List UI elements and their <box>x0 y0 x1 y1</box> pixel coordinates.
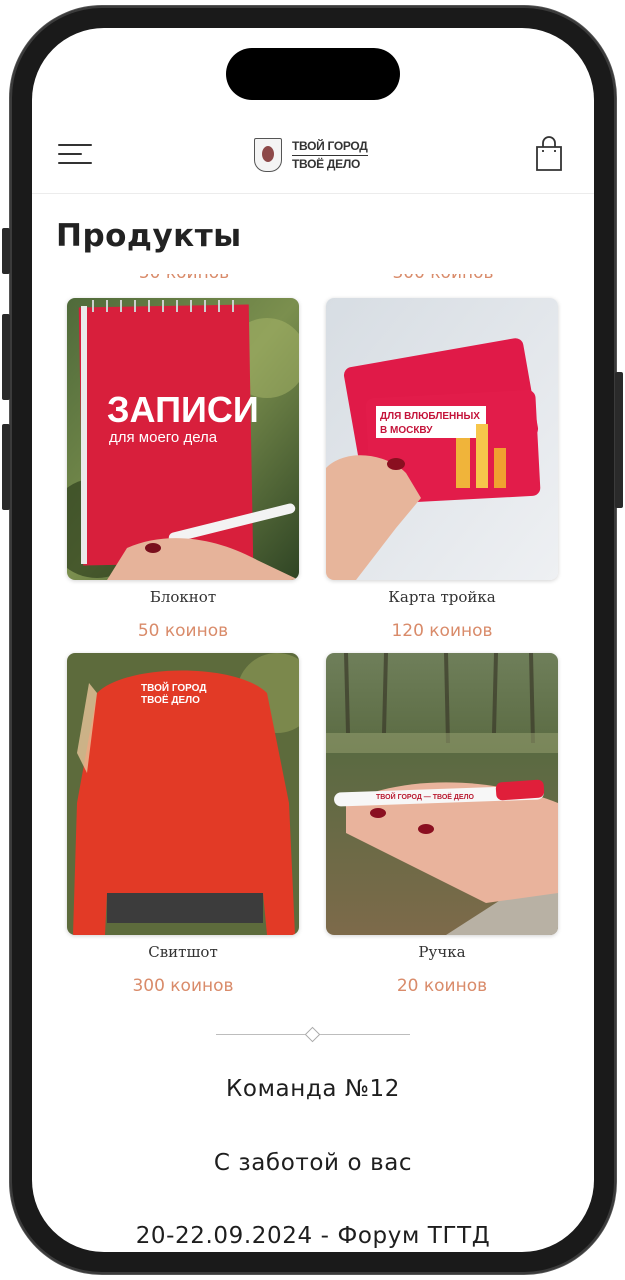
footer-team: Команда №12 <box>226 1076 400 1102</box>
diamond-ornament-icon <box>304 1026 321 1043</box>
app-screen: ТВОЙ ГОРОД ТВОЁ ДЕЛО Продукты 50 коинов … <box>32 28 594 1252</box>
product-price: 50 коинов <box>137 621 229 641</box>
shopping-bag-icon[interactable] <box>535 136 563 172</box>
product-price: 20 коинов <box>396 976 488 996</box>
page-title: Продукты <box>56 218 242 254</box>
volume-down-button <box>2 424 10 510</box>
clipped-price-left: 50 коинов <box>138 263 230 283</box>
product-card-pen[interactable]: ТВОЙ ГОРОД — ТВОЁ ДЕЛО Ручка 20 коинов <box>326 653 558 997</box>
app-header: ТВОЙ ГОРОД ТВОЁ ДЕЛО <box>32 126 594 194</box>
product-card-notebook[interactable]: ЗАПИСИ для моего дела Блокнот 50 коинов <box>67 298 299 642</box>
troika-card-line1: ДЛЯ ВЛЮБЛЕННЫХ <box>380 411 480 422</box>
product-card-troika[interactable]: ДЛЯ ВЛЮБЛЕННЫХ В МОСКВУ Карта тройка 120… <box>326 298 558 642</box>
logo-line-1: ТВОЙ ГОРОД <box>292 139 368 156</box>
troika-card-line2: В МОСКВУ <box>380 425 433 436</box>
footer-event: 20-22.09.2024 - Форум ТГТД <box>135 1223 491 1249</box>
product-image-sweatshirt: ТВОЙ ГОРОД ТВОЁ ДЕЛО <box>67 653 299 935</box>
sweatshirt-print-line1: ТВОЙ ГОРОД <box>141 681 206 694</box>
product-image-notebook: ЗАПИСИ для моего дела <box>67 298 299 580</box>
notebook-cover-title: ЗАПИСИ <box>107 389 259 430</box>
product-card-sweatshirt[interactable]: ТВОЙ ГОРОД ТВОЁ ДЕЛО Свитшот 300 коинов <box>67 653 299 997</box>
dynamic-island <box>226 48 400 100</box>
clipped-price-right: 300 коинов <box>392 263 494 283</box>
brand-logo[interactable]: ТВОЙ ГОРОД ТВОЁ ДЕЛО <box>254 136 376 174</box>
product-image-troika: ДЛЯ ВЛЮБЛЕННЫХ В МОСКВУ <box>326 298 558 580</box>
product-name: Свитшот <box>148 943 218 961</box>
footer-tagline: С заботой о вас <box>213 1150 413 1176</box>
product-image-pen: ТВОЙ ГОРОД — ТВОЁ ДЕЛО <box>326 653 558 935</box>
pen-print: ТВОЙ ГОРОД — ТВОЁ ДЕЛО <box>376 792 475 801</box>
notebook-cover-subtitle: для моего дела <box>109 429 218 446</box>
product-price: 120 коинов <box>391 621 493 641</box>
product-name: Карта тройка <box>388 588 496 606</box>
logo-line-2: ТВОЁ ДЕЛО <box>292 156 360 171</box>
hamburger-menu-icon[interactable] <box>58 140 94 168</box>
mute-switch <box>2 228 10 274</box>
sweatshirt-print-line2: ТВОЁ ДЕЛО <box>141 693 200 706</box>
section-divider <box>216 1026 410 1043</box>
product-name: Блокнот <box>149 588 217 606</box>
moscow-emblem-icon <box>254 138 282 172</box>
product-name: Ручка <box>418 943 466 961</box>
logo-text: ТВОЙ ГОРОД ТВОЁ ДЕЛО <box>292 139 368 172</box>
power-button <box>615 372 623 508</box>
product-price: 300 коинов <box>132 976 234 996</box>
volume-up-button <box>2 314 10 400</box>
